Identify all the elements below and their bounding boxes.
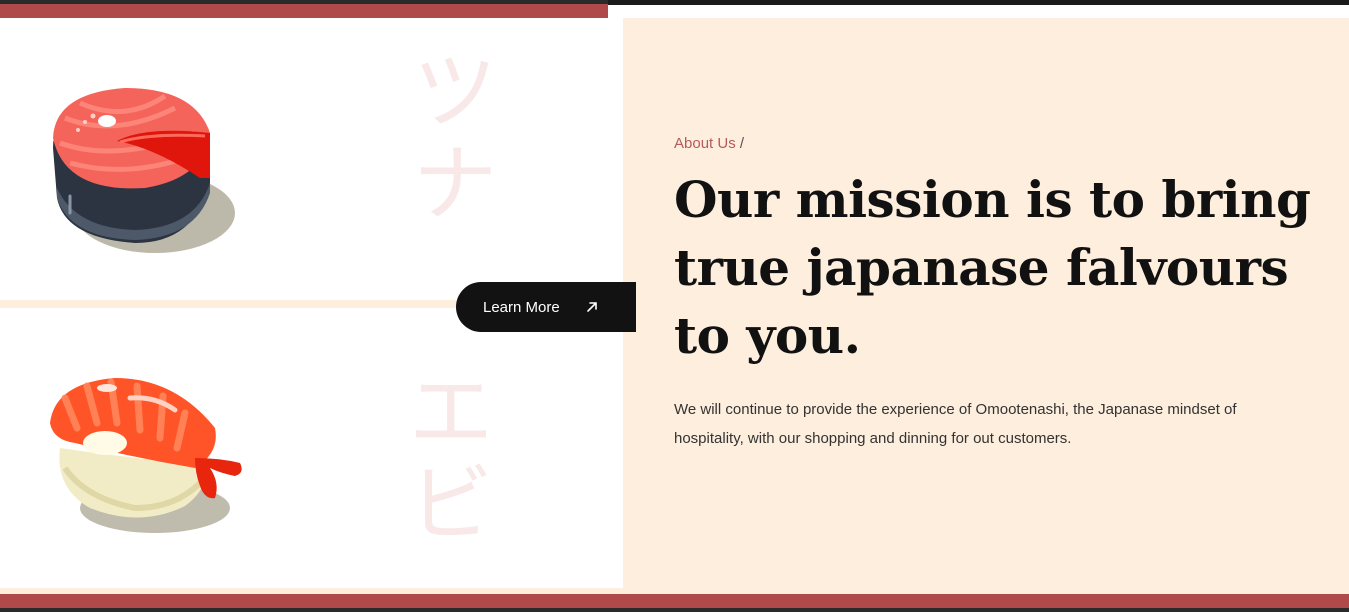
mission-description: We will continue to provide the experien… (674, 401, 1237, 447)
katakana-tuna: ツ ナ (400, 46, 510, 230)
top-dark-bar (608, 0, 1349, 5)
mission-headline: Our mission is to bring true japanase fa… (674, 170, 1311, 365)
eyebrow-label: About Us (674, 135, 736, 152)
learn-more-label: Learn More (483, 298, 560, 316)
bottom-dark-strip (0, 608, 1349, 612)
katakana-char: ビ (408, 455, 493, 553)
section-eyebrow: About Us / (674, 135, 744, 152)
katakana-ebi: エ ビ (396, 366, 506, 550)
katakana-char: ナ (412, 135, 497, 233)
arrow-up-right-icon (587, 302, 597, 312)
shrimp-nigiri-illustration (50, 378, 242, 533)
katakana-char: ツ (412, 43, 497, 141)
eyebrow-separator: / (739, 135, 745, 152)
katakana-char: エ (408, 363, 493, 461)
salmon-steak-illustration (53, 88, 235, 253)
top-dark-strip (0, 0, 608, 4)
learn-more-button[interactable]: Learn More (456, 282, 636, 332)
about-section: About Us / Our mission is to bring true … (623, 18, 1349, 594)
